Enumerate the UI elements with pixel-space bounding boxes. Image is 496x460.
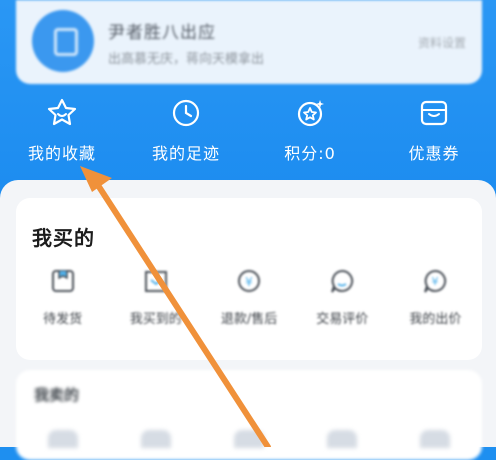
- placeholder-icon: [47, 430, 78, 448]
- favorites-label: 我的收藏: [27, 144, 96, 163]
- orders-title: 我买的: [32, 226, 95, 250]
- basket-icon: [144, 271, 167, 292]
- coin-bubble-icon: ¥: [424, 269, 447, 293]
- box-icon: [51, 270, 74, 292]
- footprints-button[interactable]: 我的足迹: [124, 96, 248, 176]
- order-label: 我的出价: [409, 312, 462, 327]
- selling-icons-row: [16, 430, 482, 448]
- favorites-button[interactable]: 我的收藏: [0, 96, 124, 176]
- svg-text:¥: ¥: [245, 275, 253, 289]
- points-button[interactable]: 积分:0: [248, 96, 372, 176]
- svg-text:¥: ¥: [432, 275, 439, 288]
- order-label: 退款/售后: [220, 312, 278, 327]
- footprints-label: 我的足迹: [151, 144, 220, 163]
- selling-item[interactable]: [202, 430, 295, 448]
- coupons-button[interactable]: 优惠券: [372, 96, 496, 176]
- quick-actions-row: 我的收藏 我的足迹 积分:0 优惠券: [0, 96, 496, 176]
- points-label: 积分:0: [284, 144, 336, 163]
- order-item-bids[interactable]: ¥ 我的出价: [389, 266, 482, 336]
- wallet-box-icon: [420, 100, 448, 126]
- order-item-bought[interactable]: 我买到的: [109, 266, 202, 336]
- order-label: 交易评价: [316, 312, 369, 327]
- order-item-review[interactable]: 交易评价: [296, 266, 389, 336]
- order-item-refund[interactable]: ¥ 退款/售后: [202, 266, 295, 336]
- order-label: 我买到的: [129, 312, 182, 327]
- placeholder-icon: [140, 430, 171, 448]
- sparkle-badge-icon: [297, 100, 324, 127]
- profile-card[interactable]: 尹者胜八出应 出高慕无庆，蒋向天模拿出 资料设置: [16, 0, 482, 84]
- clock-icon: [172, 99, 200, 127]
- selling-item[interactable]: [109, 430, 202, 448]
- placeholder-icon: [234, 430, 264, 448]
- selling-title: 我卖的: [34, 386, 80, 404]
- profile-settings-link[interactable]: 资料设置: [418, 34, 466, 51]
- order-label: 待发货: [43, 312, 83, 327]
- selling-item[interactable]: [16, 430, 109, 448]
- star-face-icon: [47, 98, 77, 126]
- selling-item[interactable]: [389, 430, 482, 448]
- chat-bubble-icon: [331, 269, 354, 293]
- profile-name: 尹者胜八出应: [108, 23, 216, 43]
- orders-row: 待发货 我买到的 ¥ 退款/售后 交易评价 ¥ 我的出价: [16, 266, 482, 336]
- profile-subtitle: 出高慕无庆，蒋向天模拿出: [108, 52, 265, 67]
- refund-icon: ¥: [238, 270, 260, 292]
- placeholder-icon: [420, 430, 451, 448]
- coupons-label: 优惠券: [408, 144, 460, 163]
- placeholder-icon: [327, 430, 358, 448]
- order-item-pending[interactable]: 待发货: [16, 266, 109, 336]
- avatar[interactable]: [32, 10, 94, 72]
- selling-item[interactable]: [296, 430, 389, 448]
